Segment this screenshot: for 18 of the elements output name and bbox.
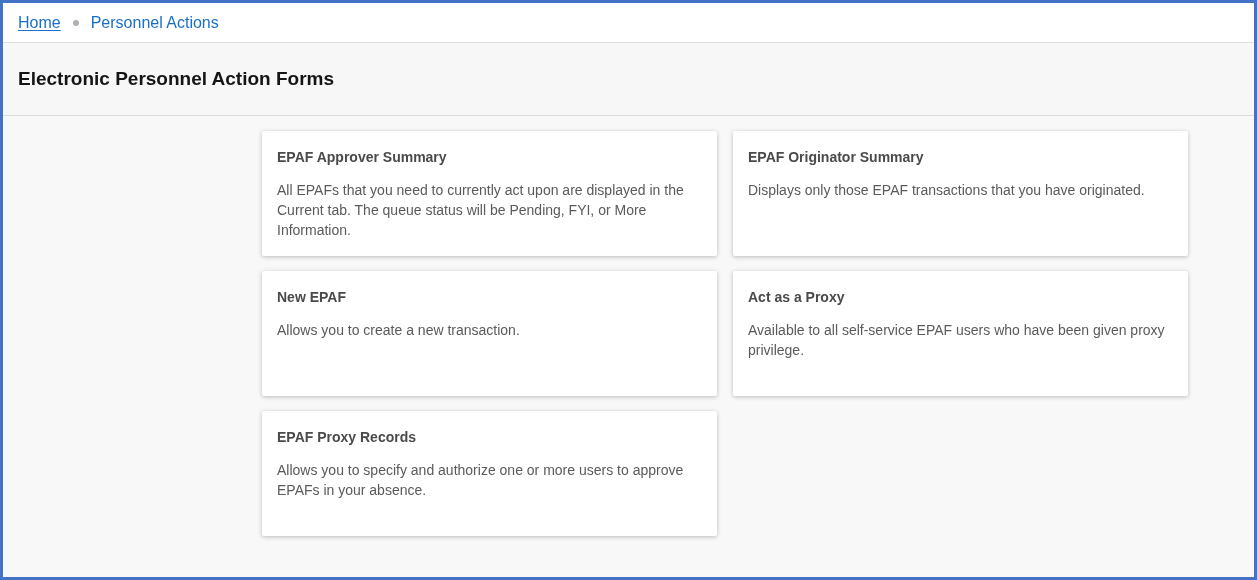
page-title: Electronic Personnel Action Forms <box>18 66 335 91</box>
card-description: All EPAFs that you need to currently act upon are displayed in the Current tab. The queue status will be Pending, FYI, or More Information. <box>277 181 685 240</box>
card-title: EPAF Originator Summary <box>748 148 925 167</box>
card-title: EPAF Approver Summary <box>277 148 448 167</box>
breadcrumb-link[interactable]: Home <box>18 10 61 35</box>
card-description: Displays only those EPAF transactions that you have originated. <box>748 181 1146 200</box>
action-card[interactable]: EPAF Proxy Records Allows you to specify and authorize one or more users to approve EPAFs in your absence. <box>262 411 717 536</box>
card-title: New EPAF <box>277 288 347 307</box>
card-description: Allows you to specify and authorize one or more users to approve EPAFs in your absence. <box>277 461 685 500</box>
card-title: EPAF Proxy Records <box>277 428 417 447</box>
action-card[interactable]: EPAF Approver Summary All EPAFs that you need to currently act upon are displayed in the Current tab. The queue status will be Pending, FYI, or More Information. <box>262 131 717 256</box>
card-description: Available to all self-service EPAF users who have been given proxy privilege. <box>748 321 1166 360</box>
card-description: Allows you to create a new transaction. <box>277 321 521 340</box>
card-title: Act as a Proxy <box>748 288 846 307</box>
action-card[interactable]: EPAF Originator Summary Displays only those EPAF transactions that you have originated. <box>733 131 1188 256</box>
action-card[interactable]: Act as a Proxy Available to all self-service EPAF users who have been given proxy privilege. <box>733 271 1188 396</box>
action-card[interactable]: New EPAF Allows you to create a new transaction. <box>262 271 717 396</box>
breadcrumb-current[interactable]: Personnel Actions <box>90 10 219 35</box>
